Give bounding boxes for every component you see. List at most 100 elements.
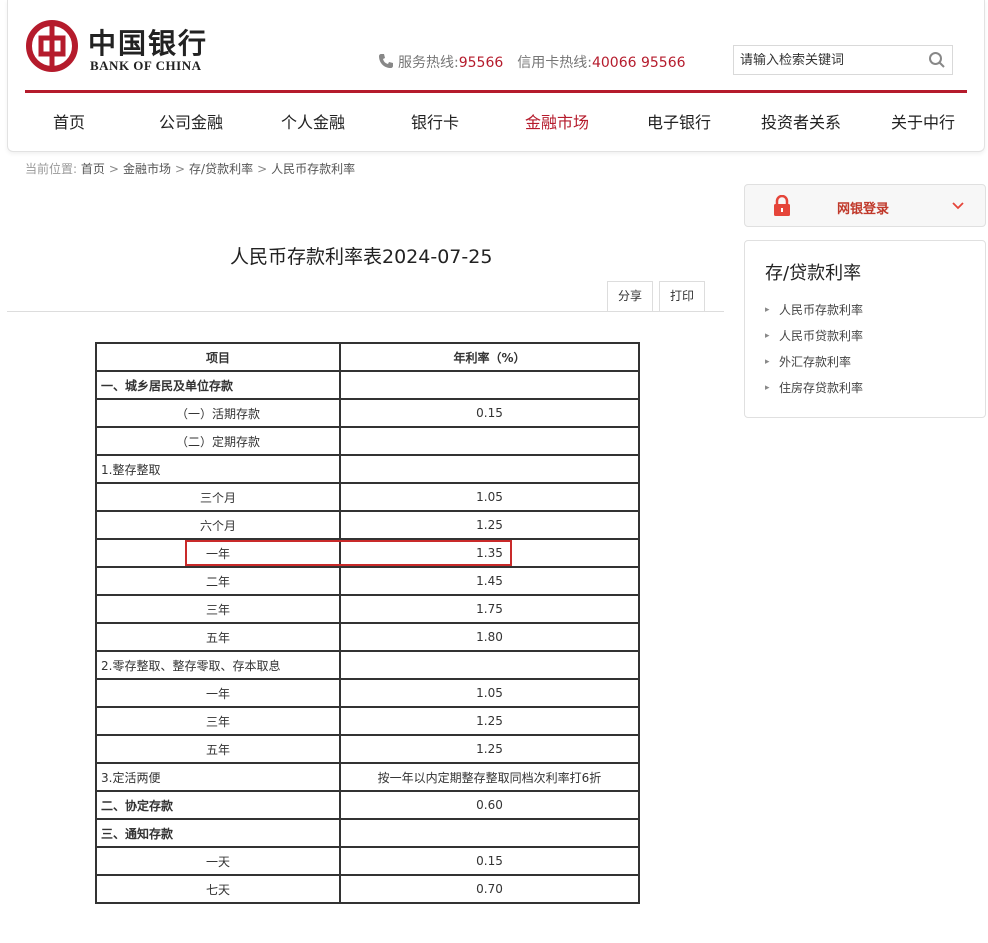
nav-item-cards[interactable]: 银行卡 bbox=[374, 100, 496, 146]
cell-item: 七天 bbox=[95, 874, 341, 904]
cell-rate: 1.25 bbox=[339, 706, 640, 736]
side-link-list: ▸ 人民币存款利率 ▸ 人民币贷款利率 ▸ 外汇存款利率 ▸ 住房存贷款利率 bbox=[765, 297, 965, 401]
side-link-rmb-loan[interactable]: ▸ 人民币贷款利率 bbox=[765, 323, 965, 349]
cell-rate: 1.05 bbox=[339, 482, 640, 512]
cell-rate bbox=[339, 818, 640, 848]
table-row: 五年 1.25 bbox=[95, 734, 640, 764]
cell-rate bbox=[339, 370, 640, 400]
bank-logo-icon[interactable] bbox=[26, 20, 78, 72]
content-divider bbox=[7, 311, 724, 312]
header-divider bbox=[25, 90, 967, 93]
table-row: 一天 0.15 bbox=[95, 846, 640, 876]
print-button[interactable]: 打印 bbox=[659, 281, 705, 311]
cell-item: （二）定期存款 bbox=[95, 426, 341, 456]
hotline-bar: 服务热线:95566 信用卡热线:40066 95566 bbox=[378, 52, 700, 72]
column-header-item: 项目 bbox=[95, 342, 341, 372]
search-icon[interactable] bbox=[928, 51, 946, 69]
table-row: 三、通知存款 bbox=[95, 818, 640, 848]
column-header-rate: 年利率（%） bbox=[339, 342, 640, 372]
site-header: 中国银行 BANK OF CHINA 服务热线:95566 信用卡热线:40066… bbox=[7, 0, 985, 152]
caret-right-icon: ▸ bbox=[765, 383, 770, 393]
cell-item: 三、通知存款 bbox=[95, 818, 341, 848]
caret-right-icon: ▸ bbox=[765, 331, 770, 341]
cell-rate: 按一年以内定期整存整取同档次利率打6折 bbox=[339, 762, 640, 792]
share-button[interactable]: 分享 bbox=[607, 281, 653, 311]
table-row: （二）定期存款 bbox=[95, 426, 640, 456]
cell-rate: 1.25 bbox=[339, 734, 640, 764]
lock-icon bbox=[774, 195, 790, 216]
chevron-down-icon bbox=[952, 202, 964, 210]
main-nav: 首页 公司金融 个人金融 银行卡 金融市场 电子银行 投资者关系 关于中行 bbox=[8, 100, 984, 146]
cell-item: 六个月 bbox=[95, 510, 341, 540]
search-input[interactable] bbox=[740, 52, 925, 68]
nav-item-personal[interactable]: 个人金融 bbox=[252, 100, 374, 146]
breadcrumb-prefix: 当前位置: bbox=[25, 162, 78, 176]
cell-item: 二年 bbox=[95, 566, 341, 596]
cell-rate: 1.45 bbox=[339, 566, 640, 596]
credit-hotline-label: 信用卡热线: bbox=[517, 55, 592, 71]
cell-item: 1.整存整取 bbox=[95, 454, 341, 484]
table-row: 六个月 1.25 bbox=[95, 510, 640, 540]
table-row: 五年 1.80 bbox=[95, 622, 640, 652]
cell-rate: 0.15 bbox=[339, 846, 640, 876]
breadcrumb-current[interactable]: 人民币存款利率 bbox=[271, 162, 355, 176]
cell-item: 2.零存整取、整存零取、存本取息 bbox=[95, 650, 341, 680]
table-row: 二、协定存款 0.60 bbox=[95, 790, 640, 820]
cell-rate: 1.05 bbox=[339, 678, 640, 708]
cell-item: 二、协定存款 bbox=[95, 790, 341, 820]
cell-rate: 0.70 bbox=[339, 874, 640, 904]
table-row: 一年 1.35 bbox=[95, 538, 640, 568]
table-row: 一年 1.05 bbox=[95, 678, 640, 708]
rates-side-panel: 存/贷款利率 ▸ 人民币存款利率 ▸ 人民币贷款利率 ▸ 外汇存款利率 ▸ 住房存贷款利… bbox=[744, 240, 986, 418]
table-row: 三个月 1.05 bbox=[95, 482, 640, 512]
side-link-label: 住房存贷款利率 bbox=[779, 381, 864, 395]
page-title: 人民币存款利率表2024-07-25 bbox=[230, 246, 493, 268]
breadcrumb-separator: > bbox=[108, 162, 119, 176]
breadcrumb-separator: > bbox=[257, 162, 268, 176]
cell-item: 三年 bbox=[95, 594, 341, 624]
nav-item-about[interactable]: 关于中行 bbox=[862, 100, 984, 146]
table-row: 1.整存整取 bbox=[95, 454, 640, 484]
caret-right-icon: ▸ bbox=[765, 357, 770, 367]
nav-item-investor-relations[interactable]: 投资者关系 bbox=[740, 100, 862, 146]
table-body: 一、城乡居民及单位存款 （一）活期存款 0.15 （二）定期存款 1.整存整取 三个月 1.… bbox=[95, 370, 640, 904]
side-link-fx-deposit[interactable]: ▸ 外汇存款利率 bbox=[765, 349, 965, 375]
logo-chinese-name: 中国银行 bbox=[88, 27, 209, 60]
side-link-rmb-deposit[interactable]: ▸ 人民币存款利率 bbox=[765, 297, 965, 323]
tool-buttons: 分享 打印 bbox=[607, 281, 705, 311]
side-link-housing[interactable]: ▸ 住房存贷款利率 bbox=[765, 375, 965, 401]
cell-rate bbox=[339, 454, 640, 484]
online-banking-login-button[interactable]: 网银登录 bbox=[744, 184, 986, 227]
cell-rate: 1.75 bbox=[339, 594, 640, 624]
nav-item-corporate[interactable]: 公司金融 bbox=[130, 100, 252, 146]
breadcrumb-separator: > bbox=[174, 162, 186, 176]
logo-english-name: BANK OF CHINA bbox=[90, 58, 202, 73]
cell-item: 三年 bbox=[95, 706, 341, 736]
cell-item: 一天 bbox=[95, 846, 341, 876]
nav-item-e-banking[interactable]: 电子银行 bbox=[618, 100, 740, 146]
cell-item: 一、城乡居民及单位存款 bbox=[95, 370, 341, 400]
cell-item: 一年 bbox=[95, 678, 341, 708]
side-link-label: 人民币贷款利率 bbox=[779, 329, 864, 343]
table-row: 三年 1.25 bbox=[95, 706, 640, 736]
breadcrumb-financial-markets[interactable]: 金融市场 bbox=[123, 162, 171, 176]
cell-rate: 1.80 bbox=[339, 622, 640, 652]
cell-item: 五年 bbox=[95, 734, 341, 764]
cell-item: （一）活期存款 bbox=[95, 398, 341, 428]
breadcrumb-rates[interactable]: 存/贷款利率 bbox=[189, 162, 253, 176]
cell-item: 3.定活两便 bbox=[95, 762, 341, 792]
breadcrumb-home[interactable]: 首页 bbox=[81, 162, 105, 176]
side-panel-title: 存/贷款利率 bbox=[765, 263, 862, 284]
table-header-row: 项目 年利率（%） bbox=[95, 342, 640, 372]
credit-hotline-number: 40066 95566 bbox=[591, 55, 686, 71]
cell-rate bbox=[339, 650, 640, 680]
nav-item-home[interactable]: 首页 bbox=[8, 100, 130, 146]
service-hotline-label: 服务热线: bbox=[398, 55, 459, 71]
table-row: 三年 1.75 bbox=[95, 594, 640, 624]
cell-rate: 1.25 bbox=[339, 510, 640, 540]
service-hotline-number: 95566 bbox=[458, 55, 504, 71]
nav-item-financial-markets[interactable]: 金融市场 bbox=[496, 100, 618, 146]
online-banking-login-label: 网银登录 bbox=[837, 202, 890, 217]
table-row: 3.定活两便 按一年以内定期整存整取同档次利率打6折 bbox=[95, 762, 640, 792]
side-link-label: 外汇存款利率 bbox=[779, 355, 852, 369]
